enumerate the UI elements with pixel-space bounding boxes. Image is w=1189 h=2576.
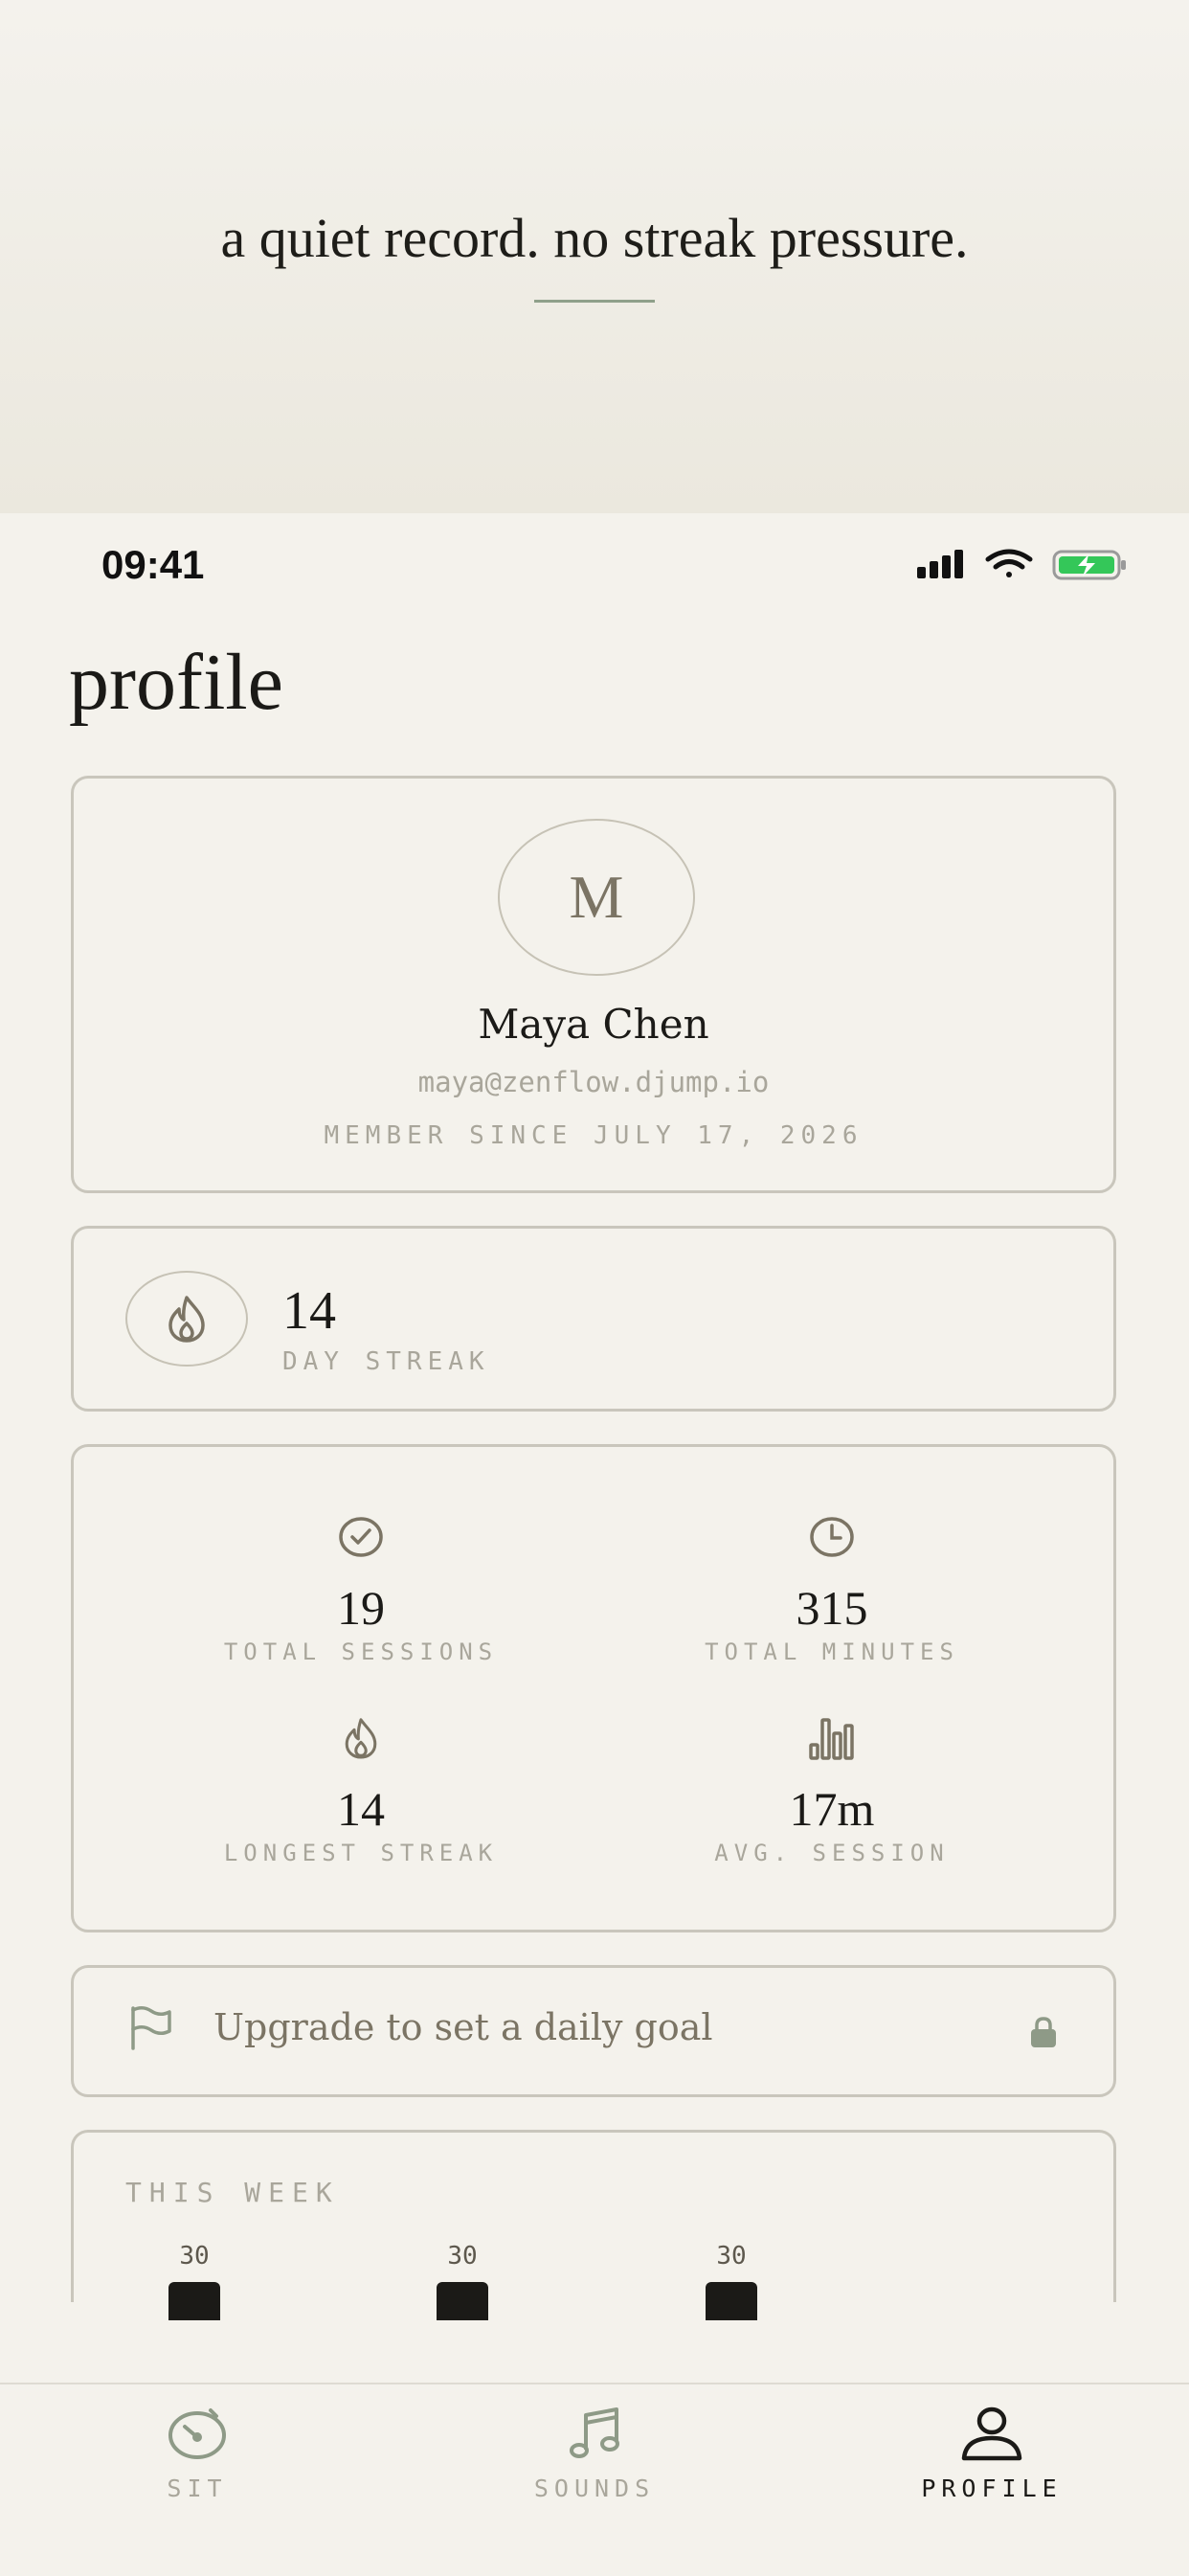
flag-icon [131,2006,171,2050]
week-bar: 30 [166,2242,223,2320]
this-week-title: THIS WEEK [125,2177,340,2208]
timer-icon [168,2408,226,2459]
profile-email: maya@zenflow.djump.io [417,1066,770,1098]
tab-label: PROFILE [921,2474,1063,2502]
bar-chart-icon [809,1718,854,1760]
tab-sounds[interactable]: SOUNDS [460,2400,729,2502]
stat-longest-streak: 14 LONGEST STREAK [169,1715,552,1866]
stat-value: 19 [337,1581,385,1635]
stat-label: TOTAL MINUTES [705,1638,959,1665]
streak-label: DAY STREAK [282,1347,490,1376]
week-bar-fill [437,2282,488,2320]
wifi-icon [985,549,1033,577]
stat-value: 17m [789,1782,875,1836]
streak-badge [125,1271,248,1367]
clock-icon [810,1517,854,1557]
daily-goal-label: Upgrade to set a daily goal [213,2006,713,2048]
lock-icon [1031,2017,1056,2047]
stat-value: 315 [796,1581,868,1635]
stat-label: AVG. SESSION [714,1840,950,1866]
week-bar-value: 30 [447,2242,478,2271]
tab-label: SOUNDS [533,2474,656,2502]
tagline: a quiet record. no streak pressure. [220,207,969,269]
cellular-signal-icon [917,550,963,578]
stat-total-minutes: 315 TOTAL MINUTES [640,1514,1023,1665]
profile-name: Maya Chen [478,1001,709,1048]
week-bar: 30 [703,2242,760,2320]
status-time: 09:41 [101,542,205,587]
stat-avg-session: 17m AVG. SESSION [640,1715,1023,1866]
tab-bar: SIT SOUNDS PROFILE [0,2383,1189,2576]
banner: a quiet record. no streak pressure. [0,0,1189,513]
week-bar-value: 30 [716,2242,747,2271]
tab-sit[interactable]: SIT [63,2400,331,2502]
daily-goal-upgrade-button[interactable]: Upgrade to set a daily goal [71,1965,1116,2097]
check-circle-icon [339,1517,383,1557]
stats-card: 19 TOTAL SESSIONS 315 TOTAL MINUTES 14 L… [71,1444,1116,1932]
stat-label: TOTAL SESSIONS [223,1638,499,1665]
page-title: profile [69,638,283,727]
week-bar-fill [168,2282,220,2320]
stat-total-sessions: 19 TOTAL SESSIONS [169,1514,552,1665]
flame-icon [345,1718,377,1759]
avatar[interactable]: M [498,819,695,976]
flame-icon [168,1296,205,1343]
this-week-card: THIS WEEK 30 30 30 [71,2130,1116,2320]
streak-value: 14 [282,1281,336,1341]
tab-label: SIT [167,2474,228,2502]
battery-icon [1052,550,1126,580]
person-icon [961,2407,1022,2461]
tagline-divider [534,300,655,303]
stat-value: 14 [337,1782,385,1836]
profile-card: M Maya Chen maya@zenflow.djump.io MEMBER… [71,776,1116,1193]
week-bar: 30 [434,2242,491,2320]
stat-label: LONGEST STREAK [223,1840,499,1866]
streak-card: 14 DAY STREAK [71,1226,1116,1412]
tab-profile[interactable]: PROFILE [858,2400,1126,2502]
week-bar-fill [706,2282,757,2320]
week-bar-value: 30 [179,2242,210,2271]
status-icons [917,549,1126,580]
member-since: MEMBER SINCE JULY 17, 2026 [324,1121,864,1150]
music-note-icon [570,2407,619,2458]
